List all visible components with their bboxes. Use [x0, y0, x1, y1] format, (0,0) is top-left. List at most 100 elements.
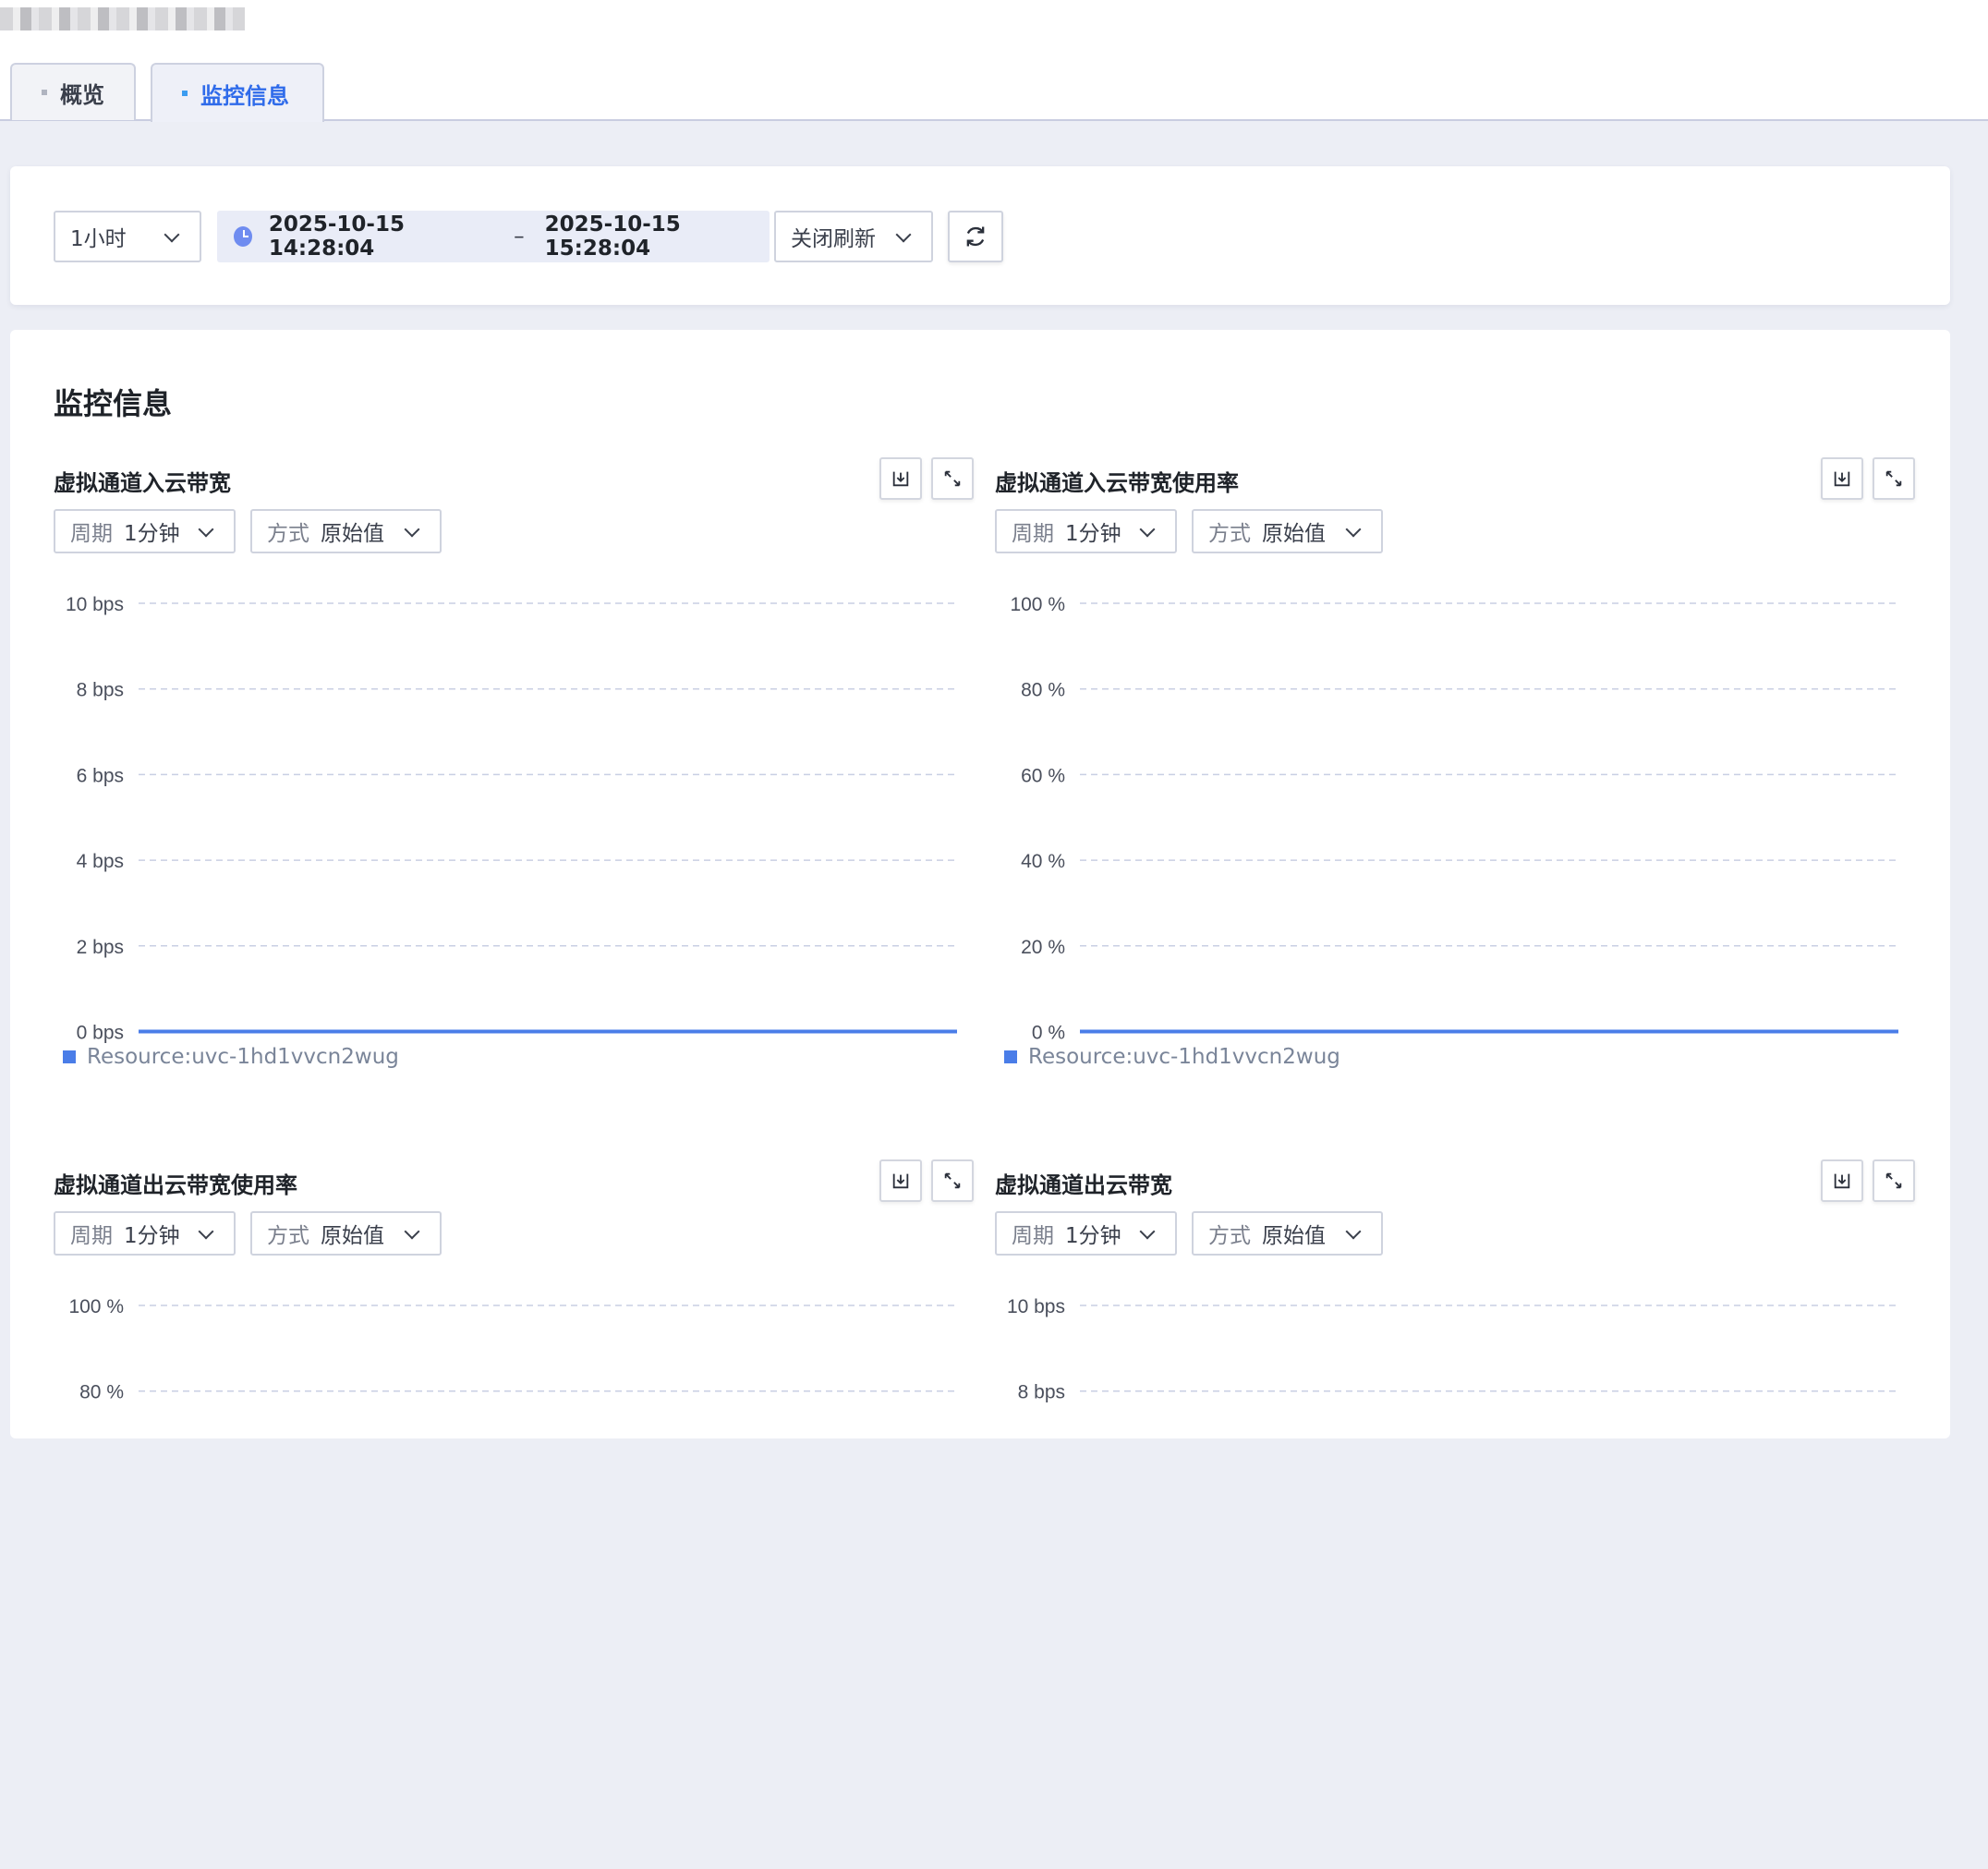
fullscreen-button[interactable] — [1873, 1159, 1915, 1202]
x-tick-label: 10-15 15:27 — [851, 1054, 954, 1057]
chart-title: 虚拟通道入云带宽使用率 — [995, 470, 1239, 496]
mode-select[interactable]: 方式 原始值 — [250, 509, 442, 553]
x-tick-label: 10-15 14:28 — [1084, 1054, 1187, 1057]
x-tick-label: 10-15 14:45 — [321, 1054, 424, 1057]
mode-select[interactable]: 方式 原始值 — [1192, 509, 1383, 553]
x-tick-label: 10-15 15:00 — [1470, 1054, 1573, 1057]
start-time: 2025-10-15 14:28:04 — [268, 212, 405, 261]
download-icon — [1834, 1173, 1850, 1189]
mode-select[interactable]: 方式 原始值 — [250, 1211, 442, 1256]
fullscreen-button[interactable] — [931, 457, 974, 500]
x-tick-label: 10-15 15:27 — [1792, 1054, 1896, 1057]
y-tick-label: 4 bps — [77, 851, 124, 872]
end-time: 2025-10-15 15:28:04 — [544, 212, 681, 261]
download-button[interactable] — [1821, 457, 1863, 500]
clock-icon — [234, 226, 252, 247]
y-tick-label: 10 bps — [66, 594, 124, 615]
chart-title: 虚拟通道入云带宽 — [54, 470, 231, 496]
period-value: 1分钟 — [1065, 522, 1121, 546]
y-tick-label: 8 bps — [1018, 1382, 1065, 1403]
mode-key: 方式 — [1208, 1224, 1251, 1248]
chart-title: 虚拟通道出云带宽使用率 — [54, 1172, 297, 1198]
period-key: 周期 — [1012, 522, 1054, 546]
period-key: 周期 — [70, 522, 113, 546]
x-tick-label: 10-15 14:45 — [1262, 1054, 1365, 1057]
tab-monitoring[interactable]: 监控信息 — [151, 63, 324, 122]
chevron-down-icon — [1345, 1223, 1362, 1240]
y-tick-label: 100 % — [1010, 594, 1065, 615]
tab-label: 概览 — [60, 81, 104, 108]
y-tick-label: 40 % — [1021, 851, 1065, 872]
tab-dot-icon — [42, 90, 47, 95]
chevron-down-icon — [198, 1223, 214, 1240]
refresh-button[interactable] — [948, 211, 1003, 262]
tab-overview[interactable]: 概览 — [10, 63, 136, 120]
mode-value: 原始值 — [321, 1224, 384, 1248]
period-select[interactable]: 周期 1分钟 — [995, 1211, 1177, 1256]
chart-panel: 虚拟通道出云带宽 周期 1分钟 方式 原始值 10 bps 8 bps — [995, 1159, 1919, 1869]
time-range-value: 1小时 — [70, 227, 127, 251]
section-title: 监控信息 — [54, 386, 173, 421]
expand-icon — [1885, 1172, 1902, 1189]
line-chart: 100 % 80 % — [68, 1296, 957, 1403]
download-button[interactable] — [879, 457, 922, 500]
chevron-down-icon — [404, 1223, 420, 1240]
x-tick-label: 10-15 14:28 — [142, 1054, 246, 1057]
expand-icon — [944, 1172, 961, 1189]
period-value: 1分钟 — [124, 522, 180, 546]
mode-key: 方式 — [267, 1224, 309, 1248]
mode-value: 原始值 — [1262, 1224, 1326, 1248]
download-icon — [892, 1173, 909, 1189]
mode-select[interactable]: 方式 原始值 — [1192, 1211, 1383, 1256]
period-value: 1分钟 — [1065, 1224, 1121, 1248]
fullscreen-button[interactable] — [931, 1159, 974, 1202]
y-tick-label: 0 bps — [77, 1023, 124, 1044]
expand-icon — [944, 470, 961, 487]
line-chart: 10 bps 8 bps — [1007, 1296, 1898, 1403]
download-icon — [1834, 471, 1850, 487]
period-select[interactable]: 周期 1分钟 — [54, 1211, 236, 1256]
y-tick-label: 100 % — [68, 1296, 124, 1317]
y-tick-label: 2 bps — [77, 937, 124, 958]
period-select[interactable]: 周期 1分钟 — [54, 509, 236, 553]
line-chart: 10 bps 8 bps 6 bps 4 bps 2 bps 0 bps 10-15 14:… — [66, 594, 957, 1057]
time-range-picker[interactable]: 2025-10-15 14:28:04 – 2025-10-15 15:28:0… — [217, 211, 770, 262]
chevron-down-icon — [1345, 521, 1362, 538]
mode-key: 方式 — [267, 522, 309, 546]
tab-label: 监控信息 — [200, 82, 289, 109]
download-button[interactable] — [1821, 1159, 1863, 1202]
mode-value: 原始值 — [1262, 522, 1326, 546]
y-tick-label: 0 % — [1032, 1023, 1065, 1044]
y-tick-label: 80 % — [1021, 680, 1065, 701]
period-value: 1分钟 — [124, 1224, 180, 1248]
time-toolbar: 1小时 2025-10-15 14:28:04 – 2025-10-15 15:… — [10, 166, 1950, 305]
mode-value: 原始值 — [321, 522, 384, 546]
chevron-down-icon — [1139, 521, 1156, 538]
y-tick-label: 8 bps — [77, 680, 124, 701]
x-tick-label: 10-15 15:15 — [736, 1054, 840, 1057]
line-chart: 100 % 80 % 60 % 40 % 20 % 0 % 10-15 14:28 10-15… — [1010, 594, 1898, 1057]
fullscreen-button[interactable] — [1873, 457, 1915, 500]
x-tick-label: 10-15 15:00 — [528, 1054, 632, 1057]
expand-icon — [1885, 470, 1902, 487]
chart-panel: 虚拟通道出云带宽使用率 周期 1分钟 方式 原始值 100 % 80 % — [54, 1159, 977, 1869]
auto-refresh-select[interactable]: 关闭刷新 — [774, 211, 933, 262]
x-tick-label: 10-15 15:15 — [1678, 1054, 1781, 1057]
y-tick-label: 10 bps — [1007, 1296, 1065, 1317]
refresh-icon — [966, 226, 985, 247]
chart-panel: 虚拟通道入云带宽 周期 1分钟 方式 原始值 Resource:uvc-1hd1… — [54, 457, 977, 1167]
period-select[interactable]: 周期 1分钟 — [995, 509, 1177, 553]
y-tick-label: 60 % — [1021, 765, 1065, 786]
auto-refresh-value: 关闭刷新 — [791, 227, 876, 251]
download-button[interactable] — [879, 1159, 922, 1202]
chart-panel: 虚拟通道入云带宽使用率 周期 1分钟 方式 原始值 Resource:uvc-1… — [995, 457, 1919, 1167]
chevron-down-icon — [1139, 1223, 1156, 1240]
chevron-down-icon — [164, 226, 180, 243]
chevron-down-icon — [198, 521, 214, 538]
time-range-select[interactable]: 1小时 — [54, 211, 201, 262]
chevron-down-icon — [404, 521, 420, 538]
y-tick-label: 80 % — [79, 1382, 124, 1403]
top-bar: 概览 监控信息 — [0, 0, 1988, 122]
tab-dot-icon — [182, 91, 188, 96]
download-icon — [892, 471, 909, 487]
